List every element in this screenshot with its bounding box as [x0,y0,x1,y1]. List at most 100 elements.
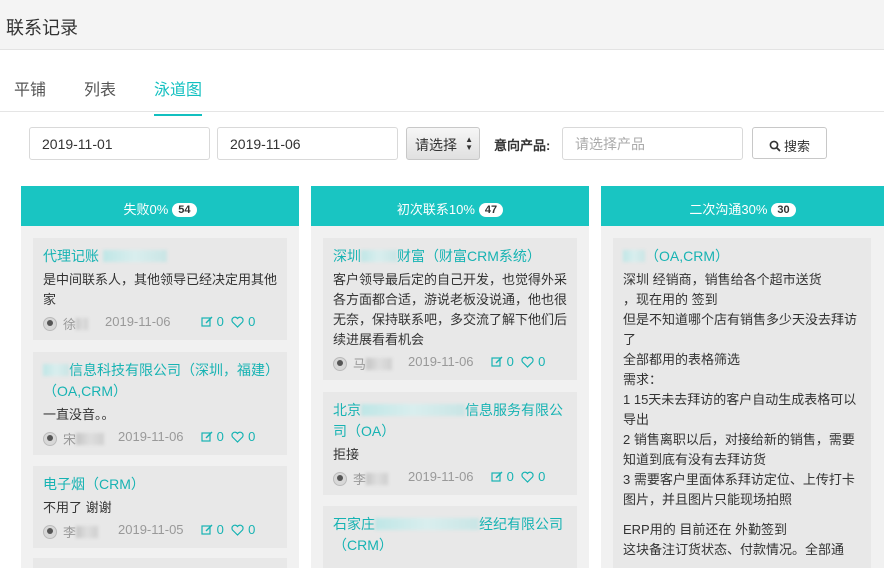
contact-card[interactable] [33,558,287,568]
desc-line: 需求： [623,372,663,387]
contact-card[interactable]: 北京 信息服务有限公司（OA） 拒接 李 2019-11-06 0 0 [323,392,577,495]
contact-card[interactable]: 电子烟（CRM） 不用了 谢谢 李 2019-11-05 0 0 [33,466,287,548]
card-person: 马 [353,357,367,372]
redacted-text [366,473,389,485]
card-description: 不用了 谢谢 [43,500,112,515]
card-title-text: 石家庄 [333,516,375,532]
card-meta: 李 2019-11-05 0 0 [43,522,277,540]
redacted-text [361,250,397,262]
card-title[interactable]: 信息科技有限公司（深圳，福建）（OA,CRM） [43,360,277,402]
card-description: 深圳 经销商，销售给各个超市送货 ，现在用的 签到 但是不知道哪个店有销售多少天… [623,270,861,560]
card-title[interactable]: （OA,CRM） [623,246,861,267]
edit-count: 0 [216,429,224,444]
card-title-text: 代理记账 [43,248,99,264]
lane-count-badge: 30 [771,203,796,217]
lane-first-contact: 初次联系10% 47 深圳 财富（财富CRM系统） 客户领导最后定的自己开发，也觉得… [311,186,589,568]
edit-icon [491,356,503,367]
avatar [43,432,57,446]
lane-second-contact: 二次沟通30% 30 （OA,CRM） 深圳 经销商，销售给各个超市送货 ，现在用… [601,186,884,568]
view-tabs: 平铺 列表 泳道图 [0,62,884,116]
stage-select[interactable]: 请选择 ▲ ▼ [406,127,480,160]
redacted-text [102,250,167,262]
edit-count: 0 [216,522,224,537]
avatar [43,317,57,331]
heart-icon [521,471,535,483]
card-date: 2019-11-06 [408,354,474,369]
edit-icon [201,524,213,535]
card-title-text: （OA,CRM） [645,248,729,264]
card-title-text: 信息科技有限公司（深圳，福建）（OA,CRM） [43,362,272,399]
stage-select-value: 请选择 [415,137,457,153]
card-title-text: 财富（财富CRM系统） [397,248,541,264]
product-label: 意向产品: [494,138,551,153]
search-button[interactable]: 搜索 [752,127,827,159]
filter-bar: 请选择 ▲▼ 意向产品: 搜索 [0,126,884,162]
card-date: 2019-11-06 [118,429,184,444]
contact-card[interactable]: 石家庄 经纪有限公司（CRM） [323,506,577,568]
desc-line: ERP用的 目前还在 外勤签到 [623,522,787,537]
contact-card[interactable]: 代理记账 是中间联系人，其他领导已经决定用其他家 徐 2019-11-06 0 … [33,238,287,340]
card-title[interactable]: 电子烟（CRM） [43,474,277,495]
heart-icon [231,431,245,443]
heart-icon [521,356,535,368]
lane-count-badge: 47 [478,203,504,217]
like-count: 0 [248,522,256,537]
card-title[interactable]: 代理记账 [43,246,277,267]
card-title[interactable]: 深圳 财富（财富CRM系统） [333,246,567,267]
redacted-text [76,526,99,538]
lane-title: 二次沟通30% [689,202,768,217]
contact-card[interactable]: 信息科技有限公司（深圳，福建）（OA,CRM） 一直没音。。 宋 2019-11… [33,352,287,455]
select-arrows-icon: ▲ ▼ [465,135,473,152]
card-stats[interactable]: 0 0 [491,469,545,484]
desc-spacer [623,510,861,520]
card-title-text: 北京 [333,402,361,418]
redacted-text [361,404,465,416]
tab-tile[interactable]: 平铺 [14,76,46,114]
card-title[interactable]: 石家庄 经纪有限公司（CRM） [333,514,567,556]
tab-swimlane[interactable]: 泳道图 [154,76,203,116]
tab-list[interactable]: 列表 [84,76,116,114]
edit-icon [201,431,213,442]
desc-line: 3 需要客户里面体系拜访定位、上传打卡图片，并且图片只能现场拍照 [623,472,855,507]
start-date-input[interactable] [29,127,210,160]
card-meta: 马 2019-11-06 0 0 [333,354,567,372]
contact-card[interactable]: 深圳 财富（财富CRM系统） 客户领导最后定的自己开发，也觉得外采各方面都合适，游… [323,238,577,380]
card-stats[interactable]: 0 0 [201,522,255,537]
edit-count: 0 [506,354,514,369]
card-person: 李 [353,472,367,487]
card-description: 一直没音。。 [43,407,115,422]
search-button-label: 搜索 [783,139,810,154]
search-icon [769,140,781,152]
product-input[interactable] [562,127,743,160]
desc-line: 深圳 经销商，销售给各个超市送货 [623,272,822,287]
edit-count: 0 [506,469,514,484]
card-date: 2019-11-06 [408,469,474,484]
card-meta: 宋 2019-11-06 0 0 [43,429,277,447]
heart-icon [231,316,245,328]
redacted-text [76,433,105,445]
redacted-text [76,318,89,330]
card-description: 是中间联系人，其他领导已经决定用其他家 [43,272,278,307]
card-stats[interactable]: 0 0 [491,354,545,369]
card-person: 宋 [63,432,77,447]
page-title: 联系记录 [6,18,78,38]
end-date-input[interactable] [217,127,398,160]
like-count: 0 [538,469,546,484]
edit-count: 0 [216,314,224,329]
desc-line: 这块备注订货状态、付款情况。全部通 [623,542,845,557]
card-date: 2019-11-06 [105,314,171,329]
card-stats[interactable]: 0 0 [201,314,255,329]
card-meta: 李 2019-11-06 0 0 [333,469,567,487]
contact-card[interactable]: （OA,CRM） 深圳 经销商，销售给各个超市送货 ，现在用的 签到 但是不知道… [613,238,871,568]
card-title[interactable]: 北京 信息服务有限公司（OA） [333,400,567,442]
avatar [333,357,347,371]
redacted-text [623,250,645,262]
lane-header: 二次沟通30% 30 [601,186,884,226]
edit-icon [201,316,213,327]
redacted-text [375,518,479,530]
lane-title: 失败0% [123,202,169,217]
like-count: 0 [248,429,256,444]
like-count: 0 [248,314,256,329]
desc-line: 全部都用的表格筛选 [623,352,741,367]
card-stats[interactable]: 0 0 [201,429,255,444]
